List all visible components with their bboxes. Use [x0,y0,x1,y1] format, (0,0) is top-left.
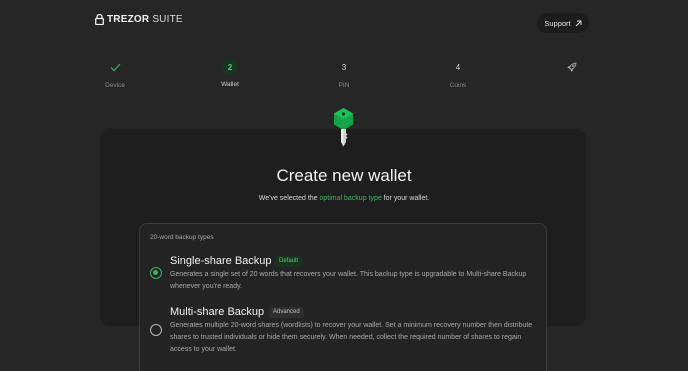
subtitle-text-before: We've selected the [258,195,320,202]
advanced-badge: Advanced [269,307,304,318]
step-final[interactable] [547,58,597,76]
multi-share-radio[interactable] [150,324,162,336]
trezor-suite-logo: TREZOR SUITE [95,14,183,25]
step-wallet[interactable]: 2 Wallet [205,58,255,88]
check-icon [110,63,120,71]
single-share-title: Single-share Backup [170,255,272,267]
step-wallet-label: Wallet [221,81,239,88]
step-pin-marker: 3 [341,62,347,72]
step-coins-label: Coins [449,82,467,89]
page-subtitle: We've selected the optimal backup type f… [0,195,688,202]
backup-types-heading: 20-word backup types [150,234,214,241]
step-coins-marker: 4 [455,62,461,72]
multi-share-description: Generates multiple 20-word shares (wordl… [170,322,533,353]
lock-icon [95,14,104,25]
page-title: Create new wallet [276,166,412,185]
step-final-marker [567,58,577,76]
support-button[interactable]: Support [537,13,589,33]
single-share-description: Generates a single set of 20 words that … [170,271,527,290]
step-wallet-marker: 2 [222,59,238,75]
key-icon [334,108,353,147]
arrow-up-right-icon [575,20,582,26]
subtitle-text-after: for your wallet. [381,195,430,202]
step-coins[interactable]: 4 Coins [433,58,483,90]
logo-suite-text: SUITE [152,14,183,25]
default-badge: Default [275,256,303,267]
step-device-marker [110,58,121,76]
step-device[interactable]: Device [90,58,140,89]
step-pin[interactable]: 3 PIN [319,58,369,90]
optimal-backup-type-link[interactable]: optimal backup type [320,195,382,202]
step-pin-label: PIN [338,82,350,89]
support-button-label: Support [544,18,571,28]
step-device-label: Device [105,82,125,89]
logo-brand-text: TREZOR [107,14,150,25]
multi-share-title: Multi-share Backup [170,306,265,318]
single-share-radio[interactable] [150,267,162,279]
onboarding-page: TREZOR SUITE Support Device 2 Wallet 3 P… [0,0,688,371]
rocket-icon [567,62,577,72]
